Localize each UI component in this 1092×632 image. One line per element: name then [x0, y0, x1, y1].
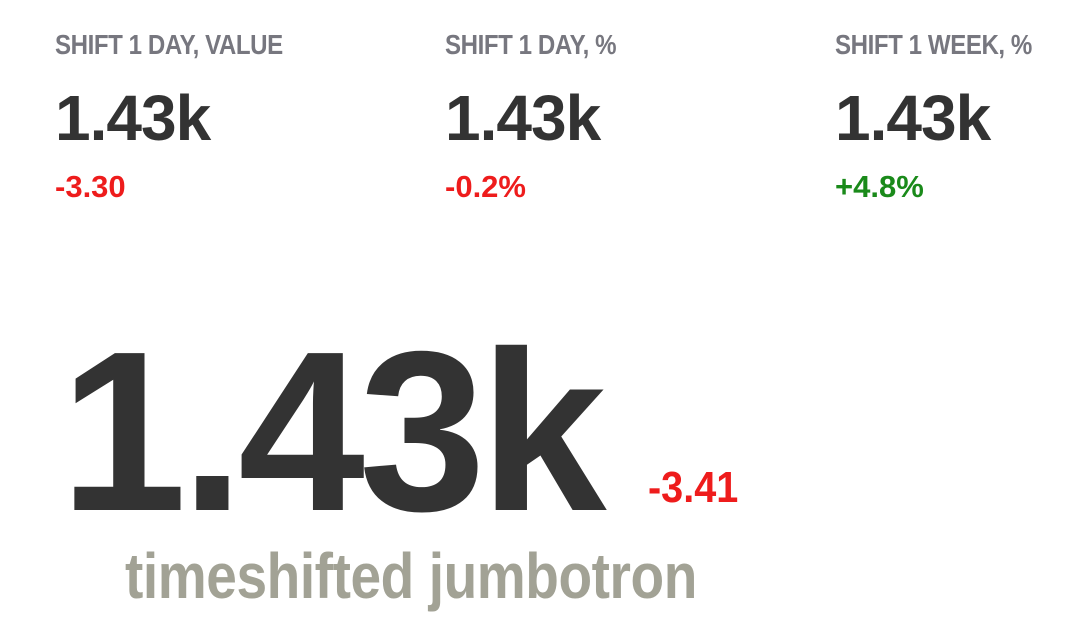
stat-shift-1-day-percent: SHIFT 1 DAY, % 1.43k -0.2% — [445, 26, 644, 207]
stat-change: -0.2% — [445, 169, 526, 204]
jumbotron-change: -3.41 — [648, 463, 739, 512]
stat-shift-1-day-value: SHIFT 1 DAY, VALUE 1.43k -3.30 — [55, 26, 320, 207]
jumbotron-value: 1.43k — [60, 305, 607, 559]
stat-value: 1.43k — [55, 82, 211, 154]
stat-title: SHIFT 1 WEEK, % — [835, 29, 1032, 60]
stat-change: +4.8% — [835, 169, 924, 204]
stat-value: 1.43k — [835, 82, 991, 154]
stat-shift-1-week-percent: SHIFT 1 WEEK, % 1.43k +4.8% — [835, 26, 1064, 207]
jumbotron-label: timeshifted jumbotron — [125, 540, 697, 612]
stat-title: SHIFT 1 DAY, % — [445, 29, 617, 60]
stat-change: -3.30 — [55, 169, 126, 204]
stat-value: 1.43k — [445, 82, 601, 154]
stat-title: SHIFT 1 DAY, VALUE — [55, 29, 283, 60]
